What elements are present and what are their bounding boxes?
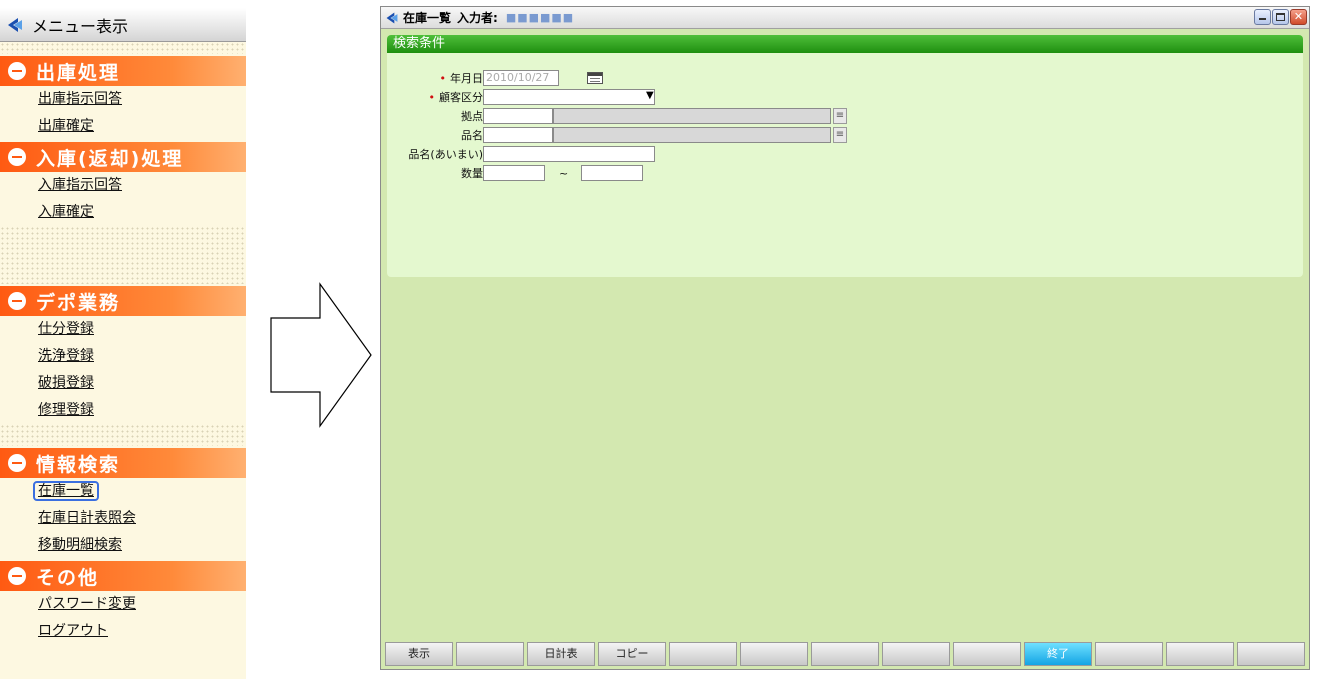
chevron-down-icon[interactable]: ▼ (646, 90, 654, 101)
close-button[interactable]: ✕ (1290, 9, 1307, 25)
menu-title: メニュー表示 (32, 16, 129, 36)
product-code-input[interactable] (483, 127, 553, 143)
collapse-icon[interactable] (8, 454, 26, 472)
section-nyuko[interactable]: 入庫(返却)処理 (0, 142, 246, 172)
display-button[interactable]: 表示 (385, 642, 453, 666)
function-button-8[interactable] (882, 642, 950, 666)
section-title: 出庫処理 (36, 61, 121, 84)
section-title: 情報検索 (36, 453, 121, 476)
customer-label: • 顧客区分 (428, 91, 484, 104)
quantity-label: 数量 (461, 167, 483, 180)
collapse-icon[interactable] (8, 62, 26, 80)
user-value: ■■■■■■ (505, 11, 575, 24)
menu-item-hason[interactable]: 破損登録 (0, 370, 246, 397)
section-depo[interactable]: デポ業務 (0, 286, 246, 316)
close-icon: ✕ (1293, 10, 1304, 23)
exit-button[interactable]: 終了 (1024, 642, 1092, 666)
calendar-icon[interactable] (587, 72, 603, 84)
product-lookup-button[interactable]: ≡ (833, 127, 847, 143)
collapse-icon[interactable] (8, 148, 26, 166)
quantity-from-input[interactable] (483, 165, 545, 181)
function-toolbar: 表示 日計表 コピー 終了 (385, 642, 1305, 666)
window-title: 在庫一覧 (403, 11, 452, 25)
window-titlebar[interactable]: 在庫一覧 入力者: ■■■■■■ ✕ (381, 7, 1309, 29)
menu-item-shukko-shiji[interactable]: 出庫指示回答 (0, 86, 246, 113)
section-title: デポ業務 (36, 291, 121, 314)
base-name-display (553, 108, 831, 124)
function-button-7[interactable] (811, 642, 879, 666)
minimize-button[interactable] (1254, 9, 1271, 25)
function-button-6[interactable] (740, 642, 808, 666)
section-sonota[interactable]: その他 (0, 561, 246, 591)
menu-item-password[interactable]: パスワード変更 (0, 591, 246, 618)
function-button-9[interactable] (953, 642, 1021, 666)
menu-panel: メニュー表示 出庫処理 出庫指示回答 出庫確定 入庫(返却)処理 入庫指示回答 … (0, 8, 246, 679)
copy-button[interactable]: コピー (598, 642, 666, 666)
product-name-display (553, 127, 831, 143)
menu-item-logout[interactable]: ログアウト (0, 618, 246, 645)
product-fuzzy-label: 品名(あいまい) (408, 148, 483, 161)
daily-report-button[interactable]: 日計表 (527, 642, 595, 666)
function-button-11[interactable] (1095, 642, 1163, 666)
function-button-2[interactable] (456, 642, 524, 666)
base-code-input[interactable] (483, 108, 553, 124)
right-arrow-icon (270, 282, 372, 428)
user-label: 入力者: (457, 11, 498, 25)
section-joho[interactable]: 情報検索 (0, 448, 246, 478)
customer-select[interactable] (483, 89, 655, 105)
menu-item-shukko-kakutei[interactable]: 出庫確定 (0, 113, 246, 140)
function-button-12[interactable] (1166, 642, 1234, 666)
menu-item-label[interactable]: 在庫一覧 (33, 481, 99, 501)
section-title: その他 (36, 566, 100, 589)
base-lookup-button[interactable]: ≡ (833, 108, 847, 124)
quantity-to-input[interactable] (581, 165, 643, 181)
search-header: 検索条件 (387, 35, 1303, 53)
menu-header: メニュー表示 (0, 8, 246, 42)
product-label: 品名 (461, 129, 483, 142)
inventory-window: 在庫一覧 入力者: ■■■■■■ ✕ 検索条件 • 年月日 2010/10/27 … (380, 6, 1310, 670)
menu-item-zaiko-nikkei[interactable]: 在庫日計表照会 (0, 505, 246, 532)
date-input[interactable]: 2010/10/27 (483, 70, 559, 86)
maximize-button[interactable] (1272, 9, 1289, 25)
menu-item-shiwake[interactable]: 仕分登録 (0, 316, 246, 343)
section-shukko[interactable]: 出庫処理 (0, 56, 246, 86)
maximize-icon (1276, 13, 1285, 21)
product-fuzzy-input[interactable] (483, 146, 655, 162)
section-title: 入庫(返却)処理 (36, 147, 184, 170)
date-label: • 年月日 (439, 72, 484, 85)
required-icon: • (439, 72, 447, 85)
quantity-separator: ~ (559, 167, 569, 180)
function-button-5[interactable] (669, 642, 737, 666)
search-panel: 検索条件 •年月日 2010/10/27 •顧客区分 ▼ 拠点 ≡ 品名 ≡ (387, 35, 1303, 277)
menu-item-nyuko-shiji[interactable]: 入庫指示回答 (0, 172, 246, 199)
collapse-icon[interactable] (8, 567, 26, 585)
minimize-icon (1259, 18, 1266, 20)
menu-item-nyuko-kakutei[interactable]: 入庫確定 (0, 199, 246, 226)
menu-item-zaiko-ichiran[interactable]: 在庫一覧 (0, 478, 246, 505)
app-logo-icon (386, 12, 398, 23)
app-logo-icon (8, 17, 22, 32)
required-icon: • (428, 91, 436, 104)
menu-item-senjo[interactable]: 洗浄登録 (0, 343, 246, 370)
menu-item-ido-meisai[interactable]: 移動明細検索 (0, 532, 246, 559)
base-label: 拠点 (461, 110, 483, 123)
function-button-13[interactable] (1237, 642, 1305, 666)
menu-item-shuri[interactable]: 修理登録 (0, 397, 246, 424)
collapse-icon[interactable] (8, 292, 26, 310)
